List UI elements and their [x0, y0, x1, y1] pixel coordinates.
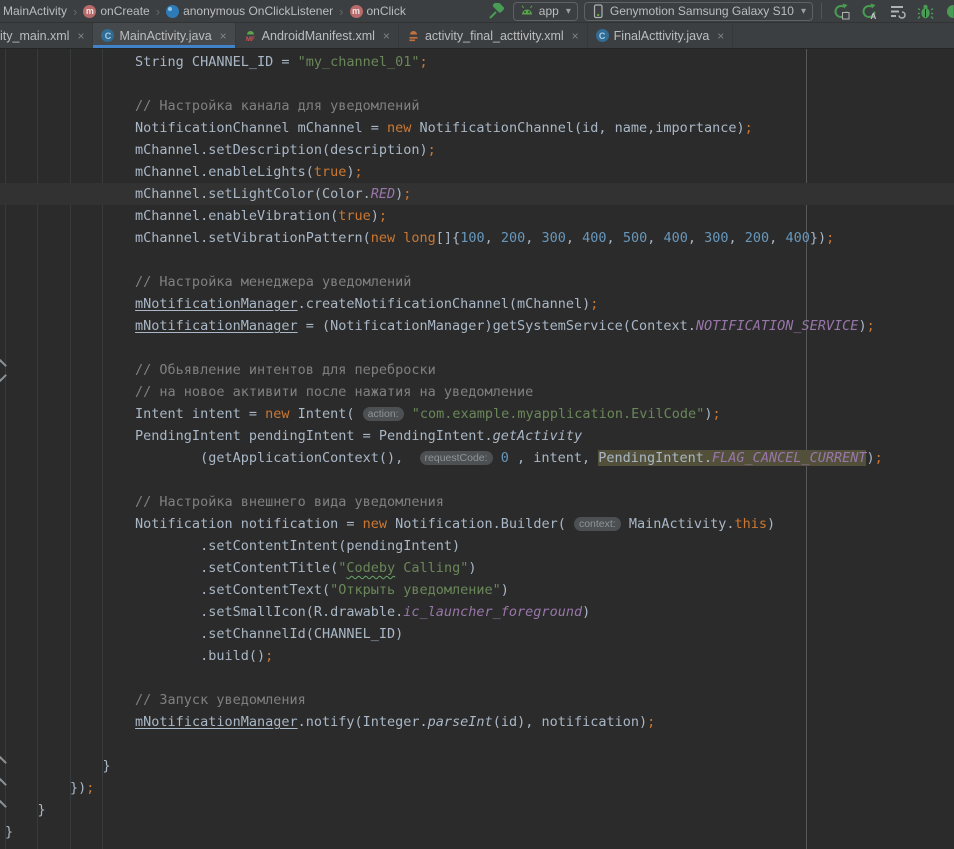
code-line — [0, 667, 954, 689]
code-line: // Запуск уведомления — [0, 689, 954, 711]
code-line: // Настройка менеджера уведомлений — [0, 271, 954, 293]
device-select[interactable]: Genymotion Samsung Galaxy S10 ▾ — [584, 2, 813, 21]
close-tab-icon[interactable]: × — [220, 29, 227, 43]
breadcrumb-item-anonymous-class[interactable]: anonymous OnClickListener — [165, 4, 334, 18]
chevron-separator-icon: › — [156, 4, 160, 19]
code-line — [0, 733, 954, 755]
anonymous-class-icon — [166, 5, 179, 18]
manifest-file-icon: MF — [244, 29, 257, 42]
apply-changes-icon[interactable] — [830, 1, 852, 21]
code-line — [0, 249, 954, 271]
breadcrumb: MainActivity › m onCreate › anonymous OnC… — [0, 4, 407, 19]
code-line: .setContentText("Открыть уведомление") — [0, 579, 954, 601]
code-line: // на новое активити после нажатия на ув… — [0, 381, 954, 403]
code-line: mChannel.enableVibration(true); — [0, 205, 954, 227]
code-line: (getApplicationContext(), requestCode: 0… — [0, 447, 954, 469]
tab-label: FinalActtivity.java — [614, 29, 710, 43]
code-line — [0, 469, 954, 491]
java-class-icon: C — [101, 29, 114, 42]
run-configuration-label: app — [539, 4, 559, 18]
chevron-separator-icon: › — [73, 4, 77, 19]
android-icon — [520, 5, 534, 17]
close-tab-icon[interactable]: × — [717, 29, 724, 43]
code-line: .build(); — [0, 645, 954, 667]
code-line: mNotificationManager = (NotificationMana… — [0, 315, 954, 337]
code-line: .setChannelId(CHANNEL_ID) — [0, 623, 954, 645]
code-area: String CHANNEL_ID = "my_channel_01"; // … — [0, 49, 954, 843]
tab-finalacttivity-java[interactable]: C FinalActtivity.java × — [588, 23, 734, 48]
code-line: String CHANNEL_ID = "my_channel_01"; — [0, 51, 954, 73]
code-line: .setContentIntent(pendingIntent) — [0, 535, 954, 557]
code-line: mNotificationManager.notify(Integer.pars… — [0, 711, 954, 733]
code-line: PendingIntent pendingIntent = PendingInt… — [0, 425, 954, 447]
tab-androidmanifest-xml[interactable]: MF AndroidManifest.xml × — [236, 23, 399, 48]
code-line: }); — [0, 777, 954, 799]
code-line: .setContentTitle("Codeby Calling") — [0, 557, 954, 579]
tab-label: AndroidManifest.xml — [262, 29, 375, 43]
tab-mainactivity-java[interactable]: C MainActivity.java × — [93, 23, 235, 48]
run-configuration-select[interactable]: app ▾ — [513, 2, 578, 21]
code-line: mChannel.enableLights(true); — [0, 161, 954, 183]
method-icon: m — [83, 5, 96, 18]
apply-code-changes-icon[interactable]: A — [858, 1, 880, 21]
build-hammer-icon[interactable] — [485, 1, 507, 21]
code-line — [0, 73, 954, 95]
breadcrumb-label: anonymous OnClickListener — [183, 4, 333, 18]
tab-label: ity_main.xml — [0, 29, 69, 43]
toolbar-divider — [821, 3, 822, 19]
xml-layout-file-icon — [407, 29, 420, 42]
main-toolbar: MainActivity › m onCreate › anonymous OnC… — [0, 0, 954, 23]
code-line: mChannel.setLightColor(Color.RED); — [0, 183, 954, 205]
code-line: // Настройка внешнего вида уведомления — [0, 491, 954, 513]
phone-icon — [591, 4, 605, 19]
chevron-down-icon: ▾ — [801, 6, 806, 17]
code-line: } — [0, 799, 954, 821]
tab-label: activity_final_acttivity.xml — [425, 29, 564, 43]
chevron-separator-icon: › — [339, 4, 343, 19]
code-line — [0, 337, 954, 359]
code-line: Intent intent = new Intent( action: "com… — [0, 403, 954, 425]
editor-tab-bar: ity_main.xml × C MainActivity.java × MF … — [0, 23, 954, 49]
breadcrumb-label: MainActivity — [3, 4, 67, 18]
device-label: Genymotion Samsung Galaxy S10 — [610, 4, 794, 18]
tab-label: MainActivity.java — [119, 29, 211, 43]
run-list-icon[interactable] — [886, 1, 908, 21]
close-tab-icon[interactable]: × — [77, 29, 84, 43]
code-line: .setSmallIcon(R.drawable.ic_launcher_for… — [0, 601, 954, 623]
close-tab-icon[interactable]: × — [383, 29, 390, 43]
breadcrumb-item-onclick[interactable]: m onClick — [349, 4, 407, 18]
breadcrumb-item-oncreate[interactable]: m onCreate — [82, 4, 150, 18]
java-class-icon: C — [596, 29, 609, 42]
debug-icon[interactable] — [914, 1, 936, 21]
method-icon: m — [350, 5, 363, 18]
breadcrumb-item-mainactivity[interactable]: MainActivity — [2, 4, 68, 18]
tab-activity-main-xml[interactable]: ity_main.xml × — [0, 23, 93, 48]
chevron-down-icon: ▾ — [566, 6, 571, 17]
close-tab-icon[interactable]: × — [572, 29, 579, 43]
code-editor[interactable]: String CHANNEL_ID = "my_channel_01"; // … — [0, 49, 954, 849]
code-line: mNotificationManager.createNotificationC… — [0, 293, 954, 315]
code-line: mChannel.setVibrationPattern(new long[]{… — [0, 227, 954, 249]
code-line: // Настройка канала для уведомлений — [0, 95, 954, 117]
code-line: Notification notification = new Notifica… — [0, 513, 954, 535]
ide-window: MainActivity › m onCreate › anonymous OnC… — [0, 0, 954, 849]
profile-icon[interactable] — [942, 1, 954, 21]
code-line: } — [0, 821, 954, 843]
code-line: // Обьявление интентов для переброски — [0, 359, 954, 381]
svg-text:MF: MF — [246, 37, 255, 42]
breadcrumb-label: onCreate — [100, 4, 149, 18]
svg-text:A: A — [870, 12, 876, 20]
code-line: mChannel.setDescription(description); — [0, 139, 954, 161]
tab-activity-final-acttivity-xml[interactable]: activity_final_acttivity.xml × — [399, 23, 588, 48]
toolbar-actions: app ▾ Genymotion Samsung Galaxy S10 ▾ A — [485, 1, 954, 21]
code-line: } — [0, 755, 954, 777]
code-line: NotificationChannel mChannel = new Notif… — [0, 117, 954, 139]
breadcrumb-label: onClick — [367, 4, 406, 18]
